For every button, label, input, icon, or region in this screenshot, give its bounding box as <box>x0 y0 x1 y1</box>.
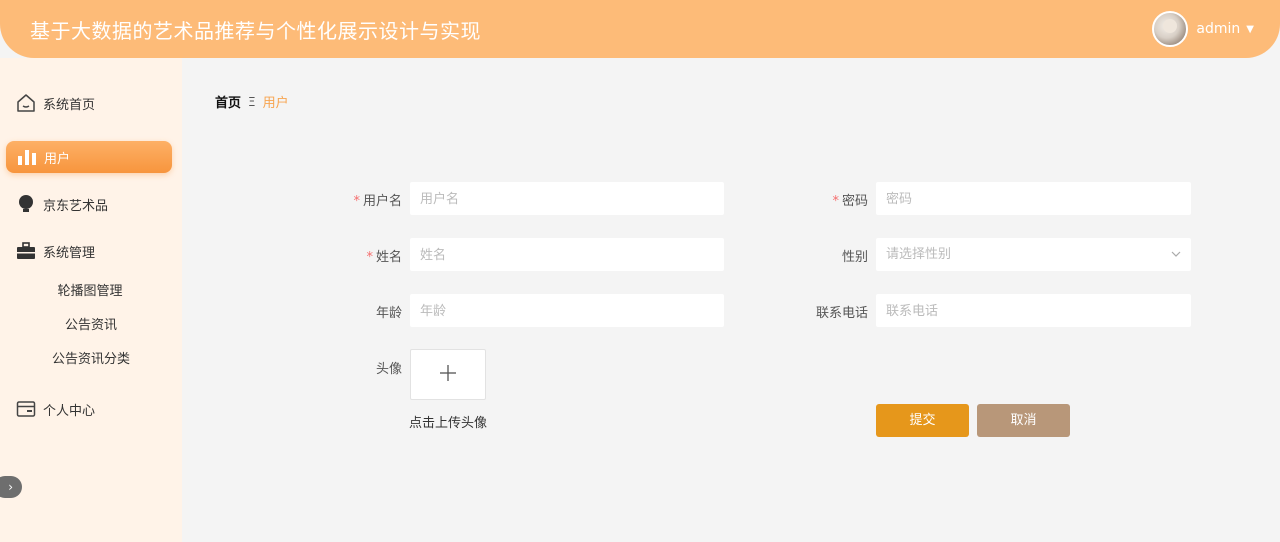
user-menu[interactable]: admin ▼ <box>1152 11 1254 47</box>
chevron-down-icon <box>1171 238 1181 284</box>
breadcrumb-separator-icon: Ξ <box>248 94 256 109</box>
sidebar-subitem-news-category[interactable]: 公告资讯分类 <box>0 348 182 367</box>
sidebar-item-label: 用户 <box>44 151 71 167</box>
age-input[interactable] <box>410 294 724 327</box>
sidebar-item-label: 个人中心 <box>43 403 96 419</box>
sidebar-item-artworks[interactable]: 京东艺术品 <box>16 194 108 214</box>
breadcrumb-home[interactable]: 首页 <box>215 92 241 111</box>
home-icon <box>16 93 36 113</box>
name-label-text: 姓名 <box>375 250 402 265</box>
username-label: * 用户名 <box>322 190 402 209</box>
name-label: * 姓名 <box>322 246 402 265</box>
submit-button[interactable]: 提交 <box>876 404 969 437</box>
password-label-text: 密码 <box>841 194 868 209</box>
cancel-button[interactable]: 取消 <box>977 404 1070 437</box>
breadcrumb-current: 用户 <box>262 96 289 111</box>
avatar-upload[interactable] <box>410 349 486 400</box>
sidebar-subitem-news[interactable]: 公告资讯 <box>0 314 182 333</box>
required-mark: * <box>353 194 360 209</box>
sidebar: 系统首页 用户 京东艺术品 系统管理 轮播图管理 公告资讯 公告资讯分类 个人中… <box>0 58 182 542</box>
name-input[interactable] <box>410 238 724 271</box>
username-label-text: 用户名 <box>362 194 402 209</box>
age-label: 年龄 <box>375 306 402 321</box>
plus-icon <box>439 364 457 386</box>
sidebar-item-label: 京东艺术品 <box>43 198 109 214</box>
top-header: 基于大数据的艺术品推荐与个性化展示设计与实现 admin ▼ <box>0 0 1280 58</box>
bulb-icon <box>16 194 36 214</box>
username-input[interactable] <box>410 182 724 215</box>
caret-down-icon[interactable]: ▼ <box>1246 24 1254 35</box>
phone-input[interactable] <box>876 294 1191 327</box>
briefcase-icon <box>16 241 36 261</box>
gender-select[interactable]: 请选择性别 <box>876 238 1191 271</box>
gender-label: 性别 <box>841 250 868 265</box>
password-input[interactable] <box>876 182 1191 215</box>
password-label: * 密码 <box>788 190 868 209</box>
sidebar-item-user[interactable]: 用户 <box>6 141 172 173</box>
avatar-upload-hint: 点击上传头像 <box>409 416 488 431</box>
breadcrumb: 首页 Ξ 用户 <box>215 92 289 112</box>
sidebar-item-profile[interactable]: 个人中心 <box>16 399 95 419</box>
phone-label: 联系电话 <box>815 306 868 321</box>
gender-select-placeholder: 请选择性别 <box>886 247 952 262</box>
username-label[interactable]: admin <box>1196 21 1240 37</box>
app-title: 基于大数据的艺术品推荐与个性化展示设计与实现 <box>30 19 481 43</box>
wallet-icon <box>16 399 36 419</box>
sidebar-item-home[interactable]: 系统首页 <box>16 93 95 113</box>
sidebar-collapse-button[interactable]: › <box>0 476 22 498</box>
sidebar-item-label: 系统首页 <box>43 97 96 113</box>
sidebar-item-system[interactable]: 系统管理 <box>16 241 95 261</box>
required-mark: * <box>366 250 373 265</box>
required-mark: * <box>832 194 839 209</box>
sidebar-subitem-carousel[interactable]: 轮播图管理 <box>0 280 181 299</box>
avatar-label: 头像 <box>375 362 402 377</box>
user-avatar[interactable] <box>1152 11 1189 47</box>
bar-chart-icon <box>17 147 37 167</box>
sidebar-item-label: 系统管理 <box>43 245 96 261</box>
